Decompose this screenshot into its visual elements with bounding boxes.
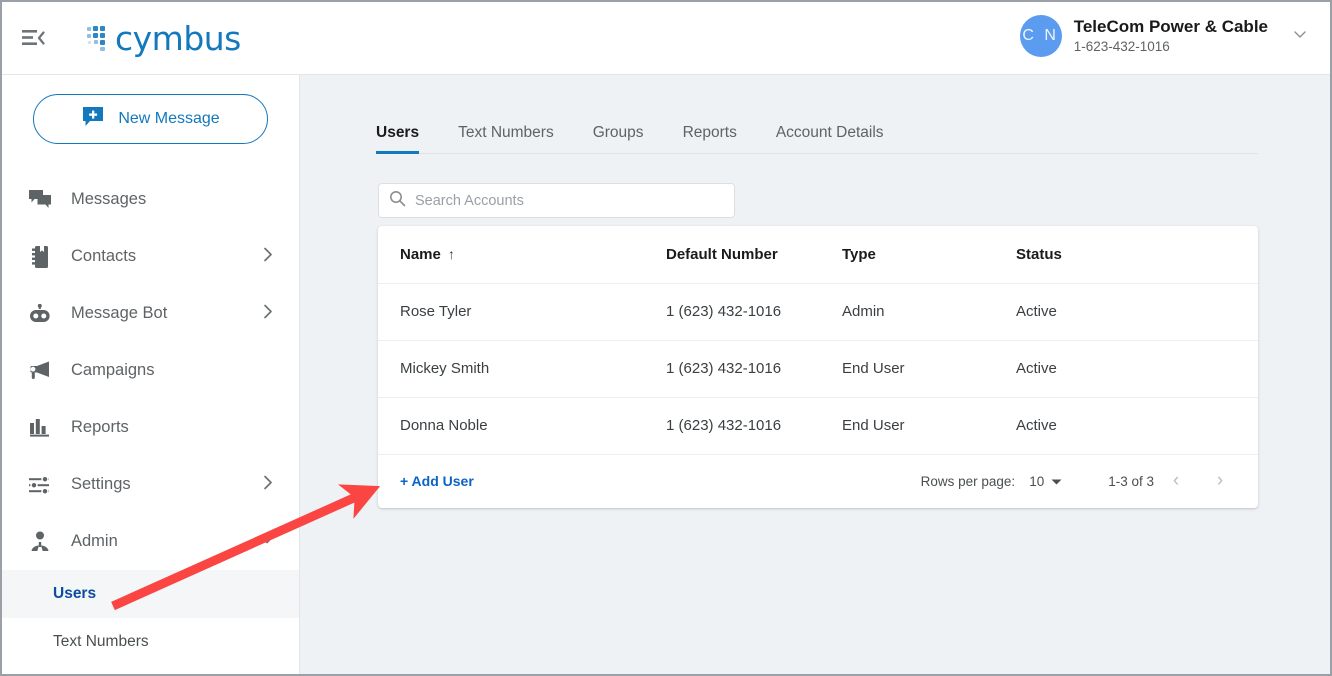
column-header-default-number[interactable]: Default Number bbox=[666, 226, 842, 284]
cell-type: Admin bbox=[842, 283, 1016, 341]
app-window: cymbus C N TeleCom Power & Cable 1-623-4… bbox=[0, 0, 1332, 676]
search-icon bbox=[389, 190, 406, 212]
sort-ascending-icon[interactable]: ↑ bbox=[448, 246, 455, 262]
cymbus-logo[interactable]: cymbus bbox=[86, 19, 241, 58]
cell-default-number: 1 (623) 432-1016 bbox=[666, 397, 842, 455]
chevron-right-icon[interactable]: › bbox=[1198, 464, 1242, 498]
table-row[interactable]: Mickey Smith 1 (623) 432-1016 End User A… bbox=[378, 340, 1258, 398]
sidebar-item-label: Messages bbox=[71, 190, 147, 208]
messages-icon bbox=[27, 187, 53, 213]
sidebar-item-label: Admin bbox=[71, 532, 118, 550]
sidebar-item-label: Settings bbox=[71, 475, 131, 493]
new-message-plus-icon bbox=[81, 106, 105, 133]
pagination-range: 1-3 of 3 bbox=[1108, 473, 1154, 489]
reports-icon bbox=[27, 415, 53, 441]
table-footer: + Add User Rows per page: 10 1-3 of 3 ‹ … bbox=[378, 455, 1258, 508]
cell-name: Donna Noble bbox=[378, 397, 666, 455]
sidebar-item-settings[interactable]: Settings bbox=[2, 456, 299, 513]
new-message-label: New Message bbox=[118, 110, 220, 127]
chevron-right-icon[interactable] bbox=[261, 474, 275, 495]
add-user-button[interactable]: + Add User bbox=[400, 473, 474, 489]
sidebar-item-label: Reports bbox=[71, 418, 129, 436]
chevron-right-icon[interactable] bbox=[261, 246, 275, 267]
settings-icon bbox=[27, 472, 53, 498]
tab-groups[interactable]: Groups bbox=[593, 124, 644, 153]
account-switcher[interactable]: C N TeleCom Power & Cable 1-623-432-1016 bbox=[1019, 15, 1308, 57]
account-name: TeleCom Power & Cable bbox=[1073, 16, 1268, 36]
column-header-name[interactable]: Name ↑ bbox=[378, 226, 666, 284]
menu-collapse-icon[interactable] bbox=[18, 23, 48, 53]
tab-users[interactable]: Users bbox=[376, 124, 420, 154]
contacts-icon bbox=[27, 244, 53, 270]
column-label: Name bbox=[400, 245, 441, 263]
sidebar-item-messages[interactable]: Messages bbox=[2, 171, 299, 228]
column-header-status[interactable]: Status bbox=[1016, 226, 1258, 284]
caret-down-icon bbox=[1051, 474, 1062, 489]
search-input[interactable] bbox=[415, 192, 724, 209]
chevron-right-icon[interactable] bbox=[261, 303, 275, 324]
rows-per-page-label: Rows per page: bbox=[920, 473, 1016, 489]
cell-name: Rose Tyler bbox=[378, 283, 666, 341]
sidebar-nav: Messages Contacts Message Bot Campaigns … bbox=[2, 171, 299, 666]
chevron-left-icon[interactable]: ‹ bbox=[1154, 464, 1198, 498]
tab-text-numbers[interactable]: Text Numbers bbox=[458, 124, 554, 153]
tab-reports[interactable]: Reports bbox=[683, 124, 737, 153]
cell-status: Active bbox=[1016, 340, 1258, 398]
sidebar: New Message Messages Contacts Message Bo… bbox=[2, 75, 300, 674]
column-header-type[interactable]: Type bbox=[842, 226, 1016, 284]
chevron-down-icon[interactable] bbox=[1292, 26, 1308, 47]
top-header: cymbus C N TeleCom Power & Cable 1-623-4… bbox=[2, 2, 1330, 75]
users-table: Name ↑ Default Number Type Status Rose Ty… bbox=[378, 226, 1258, 455]
sidebar-item-text-numbers[interactable]: Text Numbers bbox=[2, 618, 299, 666]
campaigns-icon bbox=[27, 358, 53, 384]
tab-account-details[interactable]: Account Details bbox=[776, 124, 884, 153]
sidebar-item-campaigns[interactable]: Campaigns bbox=[2, 342, 299, 399]
cell-status: Active bbox=[1016, 283, 1258, 341]
pagination: Rows per page: 10 1-3 of 3 ‹ › bbox=[921, 464, 1242, 498]
rows-per-page-select[interactable]: 10 bbox=[1029, 474, 1062, 489]
account-phone: 1-623-432-1016 bbox=[1073, 39, 1170, 55]
rows-per-page-value: 10 bbox=[1029, 473, 1045, 489]
users-table-card: Name ↑ Default Number Type Status Rose Ty… bbox=[378, 226, 1258, 508]
sidebar-item-message-bot[interactable]: Message Bot bbox=[2, 285, 299, 342]
cell-status: Active bbox=[1016, 397, 1258, 455]
sidebar-item-label: Message Bot bbox=[71, 304, 168, 322]
sidebar-item-label: Campaigns bbox=[71, 361, 155, 379]
content-tabs: Users Text Numbers Groups Reports Accoun… bbox=[376, 115, 1258, 154]
sidebar-item-reports[interactable]: Reports bbox=[2, 399, 299, 456]
table-row[interactable]: Rose Tyler 1 (623) 432-1016 Admin Active bbox=[378, 283, 1258, 341]
cell-default-number: 1 (623) 432-1016 bbox=[666, 340, 842, 398]
table-header-row: Name ↑ Default Number Type Status bbox=[378, 226, 1258, 284]
table-row[interactable]: Donna Noble 1 (623) 432-1016 End User Ac… bbox=[378, 397, 1258, 455]
logo-wordmark: cymbus bbox=[115, 18, 241, 58]
cell-default-number: 1 (623) 432-1016 bbox=[666, 283, 842, 341]
cell-type: End User bbox=[842, 397, 1016, 455]
sidebar-item-contacts[interactable]: Contacts bbox=[2, 228, 299, 285]
sidebar-item-admin[interactable]: Admin bbox=[2, 513, 299, 570]
sidebar-item-users[interactable]: Users bbox=[2, 570, 299, 618]
search-accounts-box[interactable] bbox=[378, 183, 735, 218]
sidebar-item-label: Contacts bbox=[71, 247, 137, 265]
cymbus-dot-matrix-icon bbox=[87, 26, 105, 51]
cell-type: End User bbox=[842, 340, 1016, 398]
cell-name: Mickey Smith bbox=[378, 340, 666, 398]
sidebar-sub-label: Text Numbers bbox=[53, 633, 149, 650]
avatar: C N bbox=[1019, 15, 1062, 57]
message-bot-icon bbox=[27, 301, 53, 327]
new-message-button[interactable]: New Message bbox=[33, 94, 268, 144]
sidebar-sub-label: Users bbox=[53, 585, 97, 602]
chevron-down-icon[interactable] bbox=[259, 531, 275, 552]
admin-icon bbox=[27, 529, 53, 555]
